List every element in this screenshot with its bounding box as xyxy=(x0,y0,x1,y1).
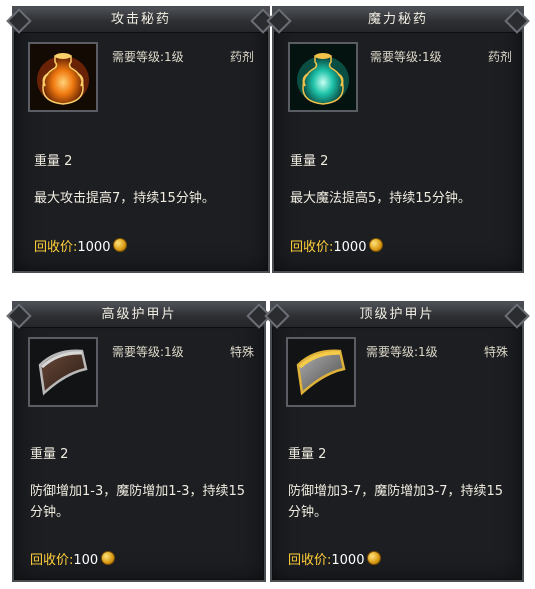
item-tooltip-card: 魔力秘药 需要等级:1级 药剂 重量 2 最大魔法提高5，持续15分钟。 回收价… xyxy=(272,6,524,273)
item-weight: 重量 2 xyxy=(34,154,73,169)
card-title: 顶级护甲片 xyxy=(272,303,522,328)
item-icon-frame xyxy=(288,42,358,112)
item-icon-frame xyxy=(28,337,98,407)
item-weight: 重量 2 xyxy=(30,447,69,462)
card-title: 魔力秘药 xyxy=(274,8,522,33)
price-value: 1000 xyxy=(331,553,365,568)
gold-coin-icon xyxy=(367,551,382,565)
item-description: 防御增加1-3，魔防增加1-3，持续15分钟。 xyxy=(30,484,246,520)
card-title: 攻击秘药 xyxy=(14,8,268,33)
item-tooltip-card: 高级护甲片 需要等级:1级 特殊 重量 2 防御增加1-3，魔防增加1-3，持续… xyxy=(12,301,266,582)
item-tooltip-card: 顶级护甲片 需要等级:1级 特殊 重量 2 防御增加3-7，魔防增加3-7，持续… xyxy=(270,301,524,582)
recycle-price: 回收价:1000 xyxy=(290,236,384,255)
card-title: 高级护甲片 xyxy=(14,303,264,328)
bronze-armor-plate-icon xyxy=(30,339,96,405)
item-description: 最大魔法提高5，持续15分钟。 xyxy=(290,191,471,206)
level-requirement: 需要等级:1级 xyxy=(112,345,184,359)
price-label: 回收价: xyxy=(34,240,78,255)
item-weight: 重量 2 xyxy=(288,447,327,462)
gold-coin-icon xyxy=(369,238,384,252)
price-value: 1000 xyxy=(77,240,111,255)
item-category: 药剂 xyxy=(488,50,513,64)
item-category: 特殊 xyxy=(230,345,255,359)
item-weight: 重量 2 xyxy=(290,154,329,169)
item-category: 特殊 xyxy=(484,345,509,359)
recycle-price: 回收价:1000 xyxy=(288,549,382,568)
level-requirement: 需要等级:1级 xyxy=(112,50,184,64)
level-requirement: 需要等级:1级 xyxy=(366,345,438,359)
gold-coin-icon xyxy=(113,238,128,252)
teal-potion-vase-icon xyxy=(290,44,356,110)
item-category: 药剂 xyxy=(230,50,255,64)
orange-potion-vase-icon xyxy=(30,44,96,110)
item-tooltip-card: 攻击秘药 需要等级:1级 药剂 重量 2 最大攻击提高7，持续15分钟。 回收价… xyxy=(12,6,270,273)
recycle-price: 回收价:1000 xyxy=(34,236,128,255)
recycle-price: 回收价:100 xyxy=(30,549,116,568)
price-label: 回收价: xyxy=(288,553,332,568)
gold-coin-icon xyxy=(101,551,116,565)
price-value: 1000 xyxy=(333,240,367,255)
gold-armor-plate-icon xyxy=(288,339,354,405)
item-description: 防御增加3-7，魔防增加3-7，持续15分钟。 xyxy=(288,484,504,520)
price-label: 回收价: xyxy=(290,240,334,255)
level-requirement: 需要等级:1级 xyxy=(370,50,442,64)
item-icon-frame xyxy=(28,42,98,112)
price-value: 100 xyxy=(73,553,99,568)
price-label: 回收价: xyxy=(30,553,74,568)
item-description: 最大攻击提高7，持续15分钟。 xyxy=(34,191,215,206)
item-icon-frame xyxy=(286,337,356,407)
